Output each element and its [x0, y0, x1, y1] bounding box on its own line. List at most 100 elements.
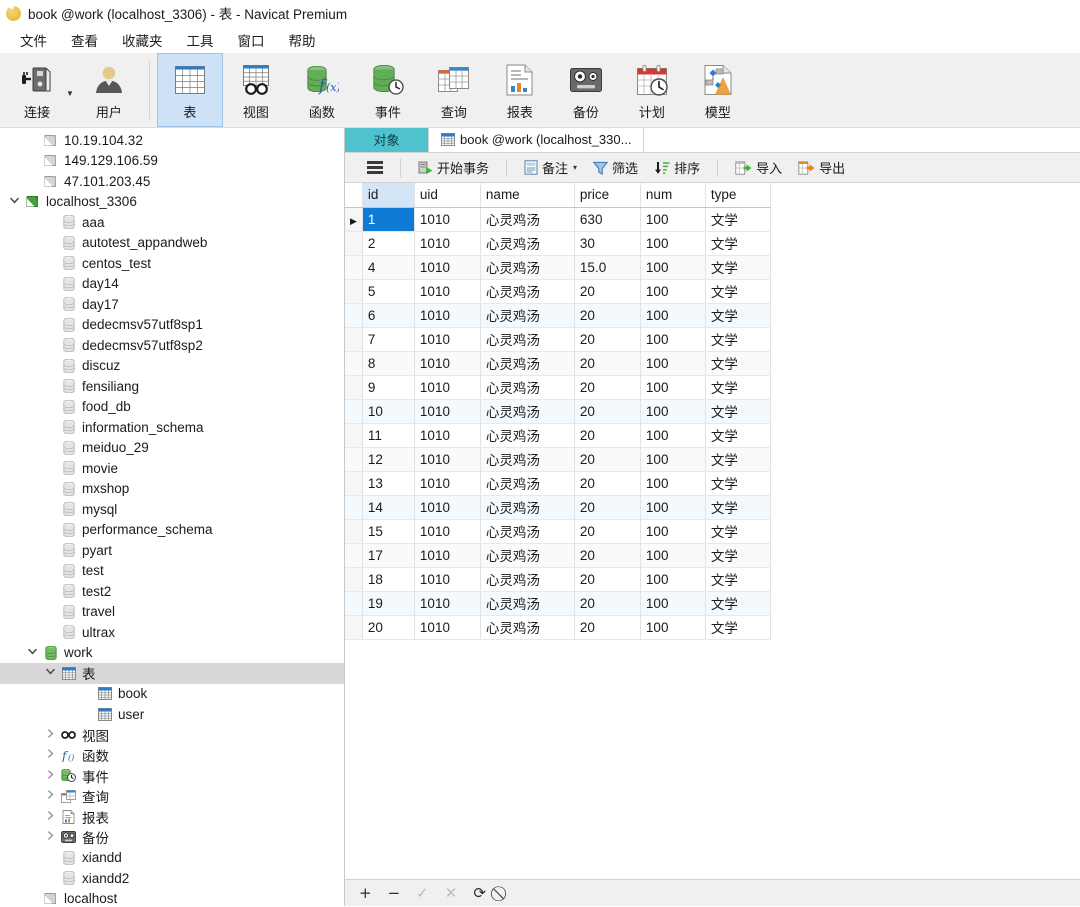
cell-name[interactable]: 心灵鸡汤 — [480, 255, 575, 280]
table-row[interactable]: 14 1010 心灵鸡汤 20 100 文学 — [345, 495, 771, 520]
cell-type[interactable]: 文学 — [705, 399, 771, 424]
cell-uid[interactable]: 1010 — [414, 279, 481, 304]
cell-uid[interactable]: 1010 — [414, 399, 481, 424]
tree-item-aaa[interactable]: aaa — [0, 212, 344, 233]
chevron-right-icon[interactable] — [42, 749, 59, 761]
tree-item-localhost_3306[interactable]: localhost_3306 — [0, 192, 344, 213]
table-row[interactable]: 6 1010 心灵鸡汤 20 100 文学 — [345, 303, 771, 328]
tree-item-meiduo_29[interactable]: meiduo_29 — [0, 438, 344, 459]
cell-uid[interactable]: 1010 — [414, 615, 481, 640]
cell-id[interactable]: 13 — [362, 471, 415, 496]
cell-type[interactable]: 文学 — [705, 567, 771, 592]
cell-id[interactable]: 20 — [362, 615, 415, 640]
tree-item-pyart[interactable]: pyart — [0, 540, 344, 561]
cell-uid[interactable]: 1010 — [414, 303, 481, 328]
ribbon-button-connection[interactable]: 连接 — [4, 53, 70, 127]
tree-item-book[interactable]: book — [0, 684, 344, 705]
cell-type[interactable]: 文学 — [705, 591, 771, 616]
menu-file[interactable]: 文件 — [8, 28, 59, 52]
menu-view[interactable]: 查看 — [59, 28, 110, 52]
table-row[interactable]: 2 1010 心灵鸡汤 30 100 文学 — [345, 231, 771, 256]
cell-name[interactable]: 心灵鸡汤 — [480, 447, 575, 472]
column-header-id[interactable]: id — [362, 183, 415, 208]
cell-id[interactable]: 18 — [362, 567, 415, 592]
cell-id[interactable]: 7 — [362, 327, 415, 352]
tree-item-[interactable]: f() 函数 — [0, 745, 344, 766]
tab-objects[interactable]: 对象 — [345, 128, 429, 152]
cell-price[interactable]: 20 — [574, 519, 641, 544]
table-row[interactable]: 11 1010 心灵鸡汤 20 100 文学 — [345, 423, 771, 448]
chevron-right-icon[interactable] — [42, 790, 59, 802]
ribbon-button-view[interactable]: 视图 — [223, 53, 289, 127]
cell-price[interactable]: 20 — [574, 303, 641, 328]
tree-item-test2[interactable]: test2 — [0, 581, 344, 602]
tree-item-dedecmsv57utf8sp2[interactable]: dedecmsv57utf8sp2 — [0, 335, 344, 356]
cell-name[interactable]: 心灵鸡汤 — [480, 351, 575, 376]
cell-num[interactable]: 100 — [640, 231, 706, 256]
cell-uid[interactable]: 1010 — [414, 471, 481, 496]
table-row[interactable]: 13 1010 心灵鸡汤 20 100 文学 — [345, 471, 771, 496]
cell-price[interactable]: 20 — [574, 423, 641, 448]
grid-menu-button[interactable] — [359, 155, 391, 180]
cell-num[interactable]: 100 — [640, 567, 706, 592]
row-indicator-cell[interactable] — [345, 615, 363, 640]
cell-price[interactable]: 20 — [574, 471, 641, 496]
cell-id[interactable]: 12 — [362, 447, 415, 472]
row-indicator-cell[interactable] — [345, 495, 363, 520]
cell-price[interactable]: 20 — [574, 327, 641, 352]
cell-id[interactable]: 14 — [362, 495, 415, 520]
chevron-down-icon[interactable] — [6, 196, 23, 208]
cell-id[interactable]: 5 — [362, 279, 415, 304]
cell-price[interactable]: 20 — [574, 399, 641, 424]
tree-item-[interactable]: 事件 — [0, 766, 344, 787]
cell-uid[interactable]: 1010 — [414, 447, 481, 472]
cell-type[interactable]: 文学 — [705, 303, 771, 328]
cell-type[interactable]: 文学 — [705, 207, 771, 232]
tree-item-[interactable]: 表 — [0, 663, 344, 684]
cell-id[interactable]: 19 — [362, 591, 415, 616]
cell-name[interactable]: 心灵鸡汤 — [480, 495, 575, 520]
tree-item-discuz[interactable]: discuz — [0, 356, 344, 377]
ribbon-button-table[interactable]: 表 — [156, 53, 223, 127]
cell-uid[interactable]: 1010 — [414, 231, 481, 256]
table-row[interactable]: 19 1010 心灵鸡汤 20 100 文学 — [345, 591, 771, 616]
cell-uid[interactable]: 1010 — [414, 495, 481, 520]
cell-price[interactable]: 20 — [574, 375, 641, 400]
row-indicator-cell[interactable] — [345, 591, 363, 616]
cell-num[interactable]: 100 — [640, 255, 706, 280]
chevron-right-icon[interactable] — [42, 729, 59, 741]
navigation-sidebar[interactable]: 10.19.104.32 149.129.106.59 47.101.203.45 l… — [0, 128, 345, 906]
tree-item-mxshop[interactable]: mxshop — [0, 479, 344, 500]
cell-name[interactable]: 心灵鸡汤 — [480, 231, 575, 256]
data-grid-container[interactable]: id uid name price num type ▶ 1 1010 心灵鸡汤 630 100 文学… — [345, 183, 1080, 879]
tree-item-dedecmsv57utf8sp1[interactable]: dedecmsv57utf8sp1 — [0, 315, 344, 336]
cell-price[interactable]: 630 — [574, 207, 641, 232]
menu-favorites[interactable]: 收藏夹 — [110, 28, 175, 52]
cell-name[interactable]: 心灵鸡汤 — [480, 567, 575, 592]
cell-num[interactable]: 100 — [640, 327, 706, 352]
cell-num[interactable]: 100 — [640, 519, 706, 544]
chevron-down-icon[interactable] — [42, 667, 59, 679]
menu-tools[interactable]: 工具 — [175, 28, 226, 52]
ribbon-button-event[interactable]: 事件 — [355, 53, 421, 127]
tree-item-work[interactable]: work — [0, 643, 344, 664]
action-button-sort[interactable]: 排序 — [646, 154, 708, 181]
action-button-export[interactable]: 导出 — [790, 154, 853, 181]
chevron-right-icon[interactable] — [42, 811, 59, 823]
cell-num[interactable]: 100 — [640, 471, 706, 496]
delete-record-button[interactable]: − — [388, 885, 401, 901]
cell-name[interactable]: 心灵鸡汤 — [480, 327, 575, 352]
cell-num[interactable]: 100 — [640, 615, 706, 640]
table-row[interactable]: 9 1010 心灵鸡汤 20 100 文学 — [345, 375, 771, 400]
column-header-name[interactable]: name — [480, 183, 575, 208]
cell-id[interactable]: 2 — [362, 231, 415, 256]
column-header-num[interactable]: num — [640, 183, 706, 208]
cell-uid[interactable]: 1010 — [414, 207, 481, 232]
cell-price[interactable]: 20 — [574, 591, 641, 616]
cell-name[interactable]: 心灵鸡汤 — [480, 591, 575, 616]
ribbon-button-report[interactable]: 报表 — [487, 53, 553, 127]
table-row[interactable]: 7 1010 心灵鸡汤 20 100 文学 — [345, 327, 771, 352]
cell-uid[interactable]: 1010 — [414, 423, 481, 448]
cell-name[interactable]: 心灵鸡汤 — [480, 375, 575, 400]
cell-type[interactable]: 文学 — [705, 519, 771, 544]
